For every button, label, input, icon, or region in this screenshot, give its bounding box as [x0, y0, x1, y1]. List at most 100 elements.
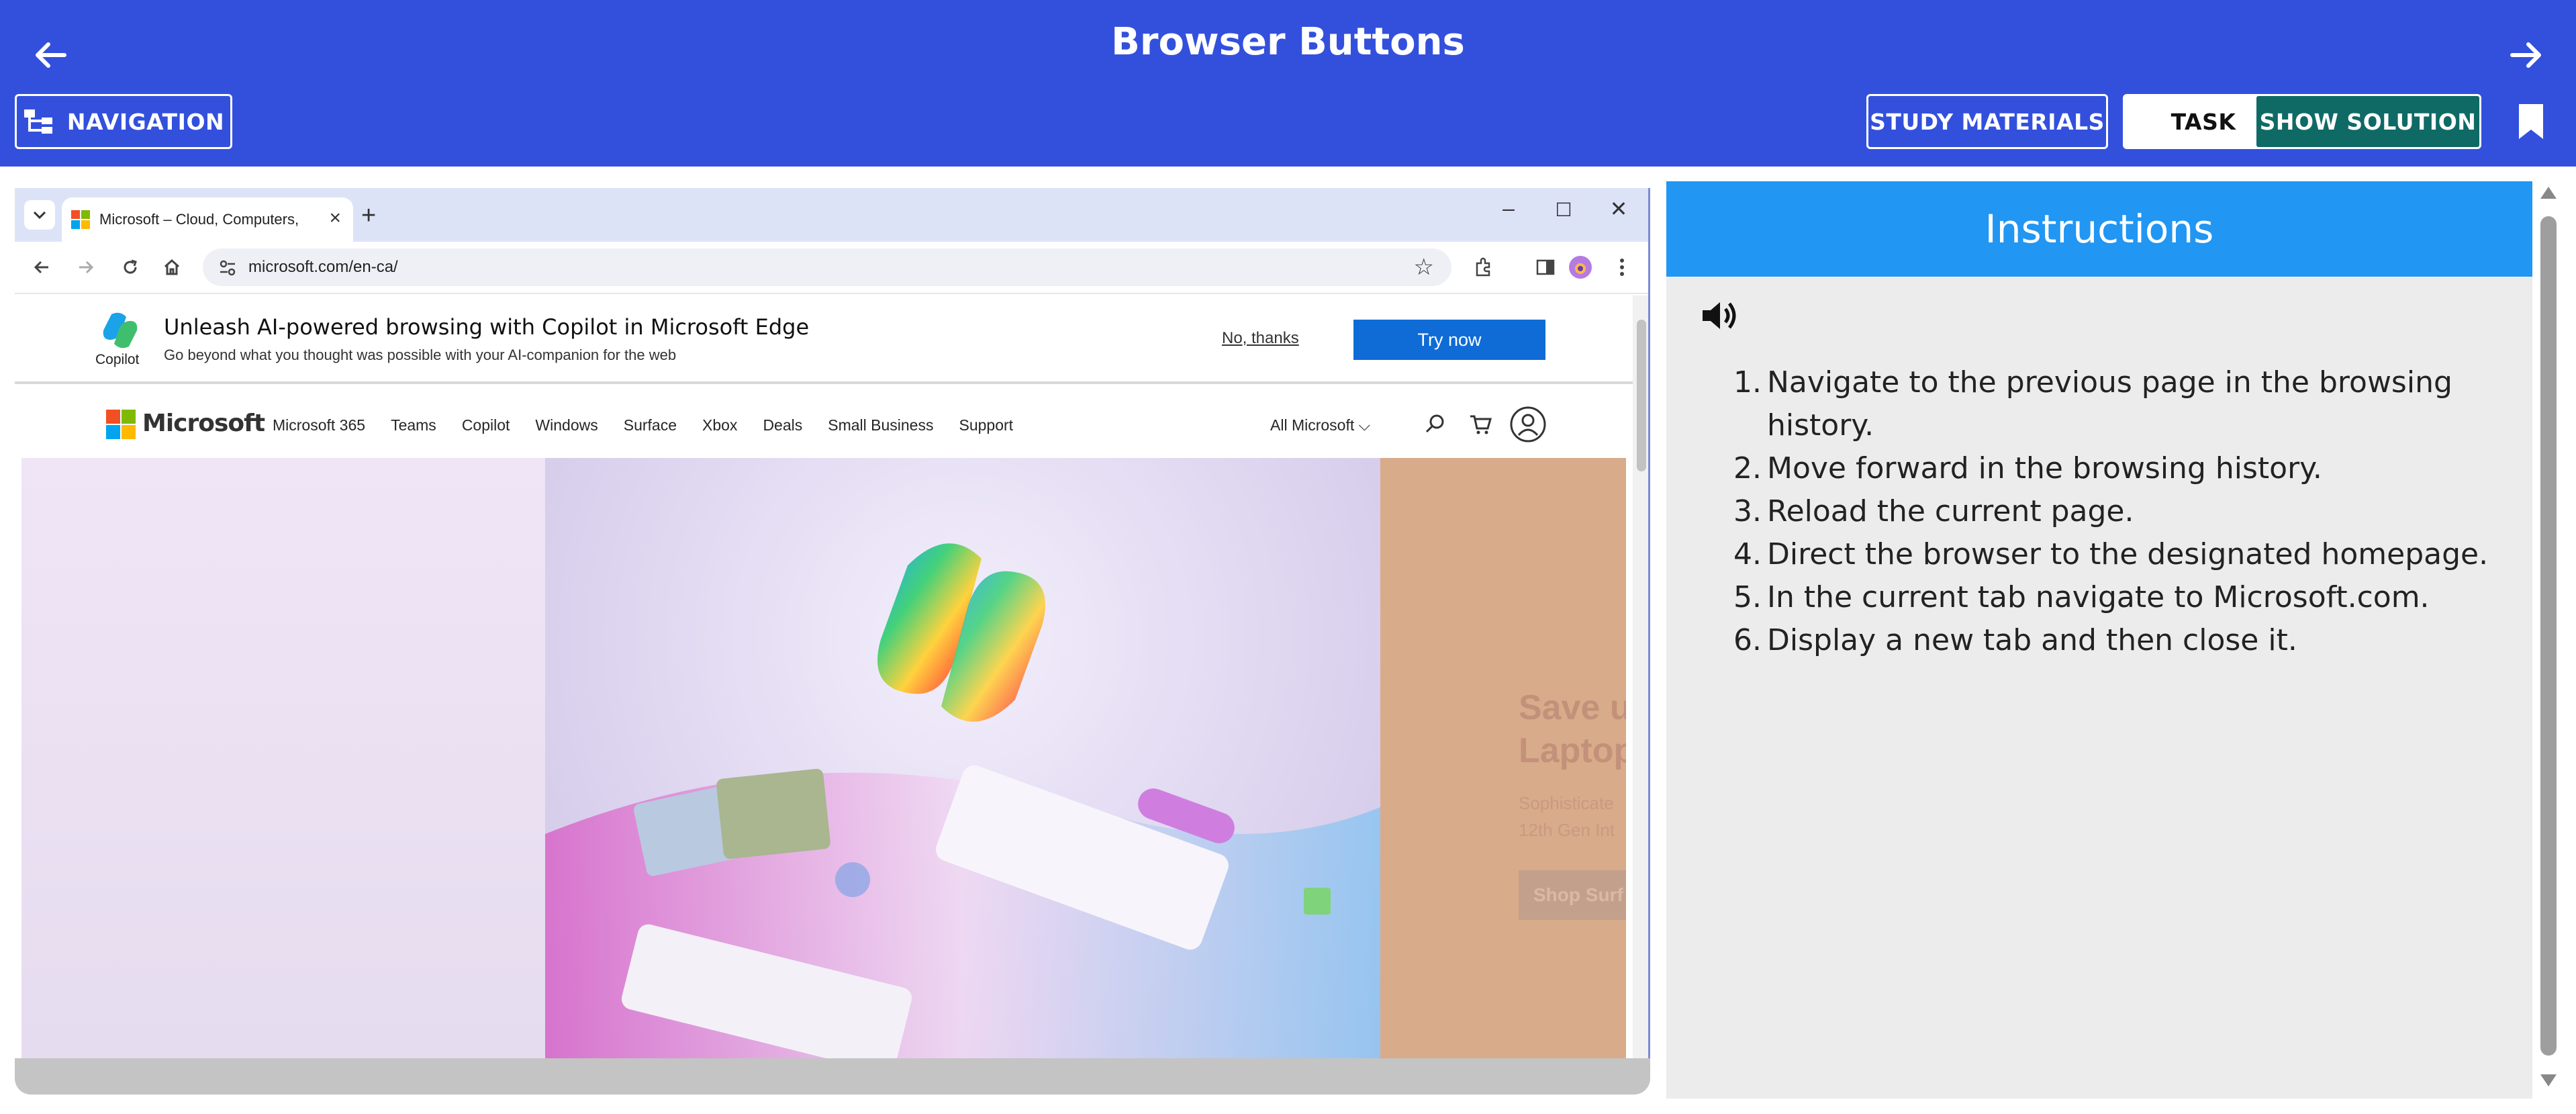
instruction-number: 6. [1733, 623, 1762, 657]
microsoft-brand[interactable]: Microsoft [142, 410, 265, 437]
forward-arrow-icon[interactable] [2506, 35, 2546, 75]
bookmark-star-icon[interactable]: ☆ [1414, 254, 1434, 281]
tab-title: Microsoft – Cloud, Computers, ... [99, 211, 301, 228]
tab-close-icon[interactable]: × [329, 207, 341, 230]
microsoft-logo-icon[interactable] [106, 410, 136, 439]
search-icon[interactable] [1422, 411, 1449, 438]
nav-link-windows[interactable]: Windows [535, 416, 598, 434]
instructions-panel: Instructions 1. Navigate to the previous … [1666, 181, 2532, 1099]
promo-title: Unleash AI-powered browsing with Copilot… [164, 314, 810, 340]
instructions-list: 1. Navigate to the previous page in the b… [1733, 361, 2499, 662]
browser-reload-button[interactable] [115, 252, 145, 282]
chevron-down-icon [33, 211, 46, 220]
main-vertical-scrollbar[interactable] [2535, 181, 2562, 1099]
nav-link-teams[interactable]: Teams [391, 416, 436, 434]
surface-description-line-2: 12th Gen Int [1519, 820, 1615, 840]
extensions-icon[interactable] [1469, 252, 1498, 282]
navigation-button[interactable]: NAVIGATION [15, 94, 232, 149]
hero-carousel: Save u Laptop Sophisticate 12th Gen Int … [21, 458, 1626, 1058]
minimize-button[interactable]: – [1485, 196, 1532, 221]
instruction-number: 5. [1733, 580, 1762, 614]
window-close-button[interactable]: ✕ [1595, 196, 1642, 222]
bookmark-icon[interactable] [2516, 103, 2546, 140]
no-thanks-link[interactable]: No, thanks [1222, 329, 1299, 348]
microsoft-site-nav: Microsoft Microsoft 365 Teams Copilot Wi… [15, 387, 1633, 458]
surface-heading: Save u Laptop [1519, 686, 1626, 772]
hero-left-panel [21, 458, 545, 1058]
instruction-text: Navigate to the previous page in the bro… [1767, 365, 2452, 443]
site-info-icon[interactable] [218, 258, 238, 278]
browser-bottom-bar [15, 1058, 1650, 1095]
surface-heading-line-2: Laptop [1519, 731, 1626, 770]
cart-icon[interactable] [1468, 411, 1494, 438]
maximize-button[interactable]: ☐ [1540, 199, 1587, 221]
nav-link-copilot[interactable]: Copilot [462, 416, 510, 434]
address-bar[interactable]: microsoft.com/en-ca/ ☆ [203, 248, 1451, 286]
profile-avatar-icon[interactable] [1566, 252, 1595, 282]
side-panel-icon[interactable] [1531, 252, 1560, 282]
nav-link-small-business[interactable]: Small Business [828, 416, 933, 434]
try-now-button[interactable]: Try now [1353, 320, 1545, 360]
surface-heading-line-1: Save u [1519, 688, 1626, 727]
shop-surface-button[interactable]: Shop Surf [1519, 870, 1626, 920]
instruction-item: 3. Reload the current page. [1733, 490, 2499, 533]
page-viewport: Copilot Unleash AI-powered browsing with… [15, 295, 1633, 1058]
copilot-hero-illustration [545, 543, 1380, 1058]
nav-link-support[interactable]: Support [959, 416, 1013, 434]
instruction-item: 6. Display a new tab and then close it. [1733, 619, 2499, 662]
new-tab-button[interactable]: + [361, 201, 376, 230]
browser-forward-button[interactable] [71, 252, 101, 282]
copilot-logo-icon [103, 312, 138, 349]
scrollbar-thumb[interactable] [1637, 320, 1646, 471]
surface-promo-slide: Save u Laptop Sophisticate 12th Gen Int … [1380, 458, 1626, 1058]
nav-link-surface[interactable]: Surface [624, 416, 677, 434]
speaker-icon[interactable] [1699, 295, 1739, 336]
instruction-item: 5. In the current tab navigate to Microso… [1733, 576, 2499, 619]
more-menu-icon[interactable] [1607, 252, 1637, 282]
site-nav-links: Microsoft 365 Teams Copilot Windows Surf… [273, 416, 1039, 434]
instruction-text: Direct the browser to the designated hom… [1767, 537, 2489, 571]
main-scrollbar-thumb[interactable] [2540, 216, 2557, 1056]
scroll-down-arrow-icon[interactable] [2540, 1074, 2557, 1086]
microsoft-favicon-icon [71, 210, 90, 229]
instruction-text: Display a new tab and then close it. [1767, 623, 2297, 657]
copilot-label: Copilot [95, 352, 140, 367]
surface-description-line-1: Sophisticate [1519, 793, 1614, 813]
tab-strip: Microsoft – Cloud, Computers, ... × + – … [15, 188, 1648, 242]
page-vertical-scrollbar[interactable] [1633, 295, 1648, 1058]
show-solution-button[interactable]: SHOW SOLUTION [2254, 94, 2481, 149]
page-title: Browser Buttons [1111, 20, 1465, 64]
sitemap-icon [23, 109, 52, 134]
navigation-label: NAVIGATION [66, 108, 225, 135]
nav-link-deals[interactable]: Deals [763, 416, 802, 434]
browser-tab-active[interactable]: Microsoft – Cloud, Computers, ... × [62, 197, 353, 242]
home-icon [164, 259, 180, 275]
account-icon[interactable] [1509, 406, 1547, 443]
browser-home-button[interactable] [157, 252, 187, 282]
instruction-number: 2. [1733, 451, 1762, 485]
promo-subtitle: Go beyond what you thought was possible … [164, 346, 677, 363]
scroll-up-arrow-icon[interactable] [2540, 187, 2557, 199]
back-icon [34, 261, 48, 274]
tab-search-button[interactable] [24, 200, 55, 230]
forward-icon [79, 261, 94, 274]
instruction-text: Reload the current page. [1767, 494, 2134, 528]
nav-link-xbox[interactable]: Xbox [702, 416, 737, 434]
copilot-hero-image[interactable] [545, 458, 1380, 1058]
study-materials-button[interactable]: STUDY MATERIALS [1866, 94, 2108, 149]
browser-toolbar: microsoft.com/en-ca/ ☆ [15, 242, 1648, 294]
instruction-text: In the current tab navigate to Microsoft… [1767, 580, 2430, 614]
reload-icon [124, 259, 137, 274]
browser-back-button[interactable] [27, 252, 56, 282]
instruction-number: 1. [1733, 365, 1762, 400]
address-text: microsoft.com/en-ca/ [248, 258, 398, 276]
instruction-number: 3. [1733, 494, 1762, 528]
instruction-item: 2. Move forward in the browsing history. [1733, 447, 2499, 490]
nav-link-microsoft-365[interactable]: Microsoft 365 [273, 416, 365, 434]
top-header: Browser Buttons NAVIGATION STUDY MATERIA… [0, 0, 2576, 167]
instruction-item: 1. Navigate to the previous page in the b… [1733, 361, 2499, 447]
instructions-title: Instructions [1666, 181, 2532, 277]
all-microsoft-menu[interactable]: All Microsoft ⌵ [1270, 416, 1370, 434]
instruction-item: 4. Direct the browser to the designated h… [1733, 533, 2499, 576]
instruction-number: 4. [1733, 537, 1762, 571]
